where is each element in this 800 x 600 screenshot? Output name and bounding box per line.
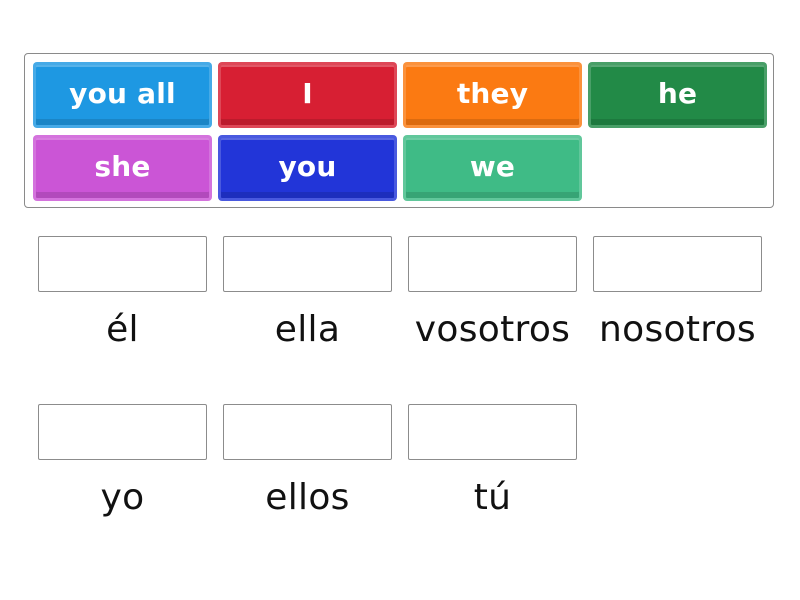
tile-we[interactable]: we (403, 135, 582, 201)
drop-box-ellos[interactable] (223, 404, 392, 460)
drop-box-el[interactable] (38, 236, 207, 292)
drop-box-vosotros[interactable] (408, 236, 577, 292)
drop-box-tu[interactable] (408, 404, 577, 460)
tile-you-all[interactable]: you all (33, 62, 212, 128)
tile-he[interactable]: he (588, 62, 767, 128)
tile-tray: you all I they he she you we (24, 53, 774, 208)
tile-she[interactable]: she (33, 135, 212, 201)
drop-box-yo[interactable] (38, 404, 207, 460)
target-label-ellos: ellos (265, 477, 350, 518)
drop-box-ella[interactable] (223, 236, 392, 292)
target-label-yo: yo (100, 477, 145, 518)
target-label-tu: tú (473, 477, 512, 518)
tile-i[interactable]: I (218, 62, 397, 128)
target-label-vosotros: vosotros (414, 309, 571, 350)
tile-you[interactable]: you (218, 135, 397, 201)
target-label-nosotros: nosotros (599, 309, 756, 350)
drop-box-nosotros[interactable] (593, 236, 762, 292)
target-label-ella: ella (274, 309, 341, 350)
target-label-el: él (106, 309, 139, 350)
tile-they[interactable]: they (403, 62, 582, 128)
